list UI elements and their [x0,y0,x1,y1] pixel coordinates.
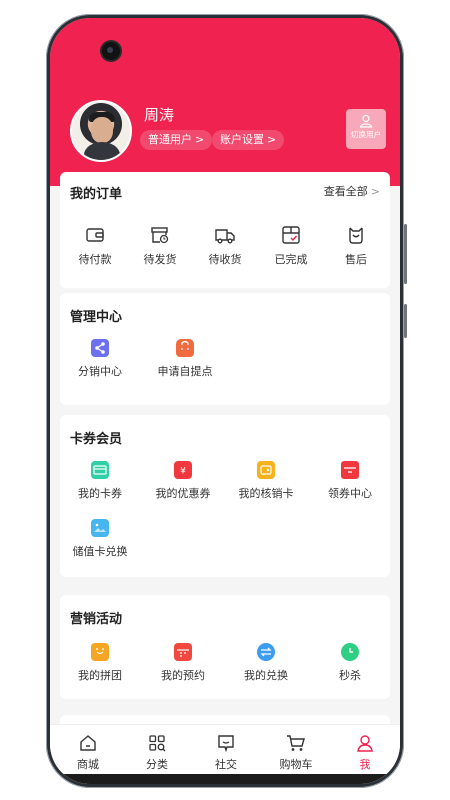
avatar[interactable] [70,100,132,162]
package-check-icon [282,226,300,244]
chevron-right-icon: > [195,133,205,146]
order-item-label: 待发货 [143,253,177,266]
screen: 周涛 普通用户 > 账户设置 > 切换用户 我的订单 查看全部 > 待付款 待发… [50,18,400,784]
my-exchange-button[interactable]: 我的兑换 [231,643,301,683]
view-all-label: 查看全部 [323,185,368,198]
exchange-icon [257,643,275,661]
order-item-label: 已完成 [274,253,308,266]
order-pending-shipment[interactable]: 待发货 [125,225,195,267]
order-item-label: 待收货 [208,253,242,266]
orders-card: 我的订单 查看全部 > 待付款 待发货 待收货 已完成 售后 [60,172,390,288]
account-settings-button[interactable]: 账户设置 > [212,130,285,150]
volume-button [404,224,407,284]
switch-user-label: 切换用户 [350,130,382,139]
share-icon [91,339,109,357]
bottom-tab-bar: 商城 分类 社交 购物车 我 [50,724,400,784]
marketing-item-label: 我的兑换 [244,669,288,682]
coupons-card: 卡券会员 我的卡券 ¥ 我的优惠券 我的核销卡 领券中心 储值卡兑换 [60,415,390,577]
verify-card-icon [257,461,275,479]
order-item-label: 待付款 [78,253,112,266]
coupon-center-button[interactable]: 领券中心 [315,461,385,501]
switch-user-button[interactable]: 切换用户 [346,109,386,149]
marketing-title: 营销活动 [70,612,123,627]
coupons-item-label: 储值卡兑换 [72,545,128,558]
view-all-orders-link[interactable]: 查看全部 > [324,183,380,199]
card-icon [91,461,109,479]
management-card: 管理中心 分销中心 申请自提点 [60,293,390,405]
my-reservations-button[interactable]: 我的预约 [148,643,218,683]
wallet-icon [86,228,104,242]
account-settings-label: 账户设置 [220,133,264,146]
user-icon [357,735,373,752]
marketing-item-label: 秒杀 [339,669,361,682]
coupons-title: 卡券会员 [70,432,123,447]
user-icon [359,114,373,128]
marketing-card: 营销活动 我的拼团 我的预约 我的兑换 秒杀 [60,595,390,699]
coupons-item-label: 我的核销卡 [238,487,294,500]
coupon-icon: ¥ [174,461,192,479]
my-group-buy-button[interactable]: 我的拼团 [65,643,135,683]
truck-icon [215,229,235,244]
user-level-button[interactable]: 普通用户 > [140,130,213,150]
distribution-center-button[interactable]: 分销中心 [65,339,135,379]
home-indicator [50,774,400,784]
tab-me[interactable]: 我 [330,733,400,772]
user-name: 周涛 [144,106,175,124]
stored-card-icon [91,519,109,537]
management-title: 管理中心 [70,310,123,325]
stored-value-exchange-button[interactable]: 储值卡兑换 [65,519,135,559]
marketing-item-label: 我的预约 [161,669,205,682]
coupons-item-label: 领券中心 [328,487,372,500]
my-cards-button[interactable]: 我的卡券 [65,461,135,501]
chevron-right-icon: > [267,133,277,146]
order-after-sales[interactable]: 售后 [321,225,391,267]
box-clock-icon [151,227,169,244]
after-sales-icon [349,227,363,244]
order-pending-payment[interactable]: 待付款 [60,225,130,267]
user-level-label: 普通用户 [148,133,192,146]
chat-icon [218,735,234,753]
coupons-item-label: 我的卡券 [78,487,122,500]
order-item-label: 售后 [345,253,367,266]
marketing-item-label: 我的拼团 [78,669,122,682]
tab-label: 商城 [77,758,99,771]
order-pending-receipt[interactable]: 待收货 [190,225,260,267]
tab-label: 分类 [146,758,168,771]
apply-pickup-point-button[interactable]: 申请自提点 [150,339,220,379]
tab-label: 社交 [215,758,237,771]
flash-sale-button[interactable]: 秒杀 [315,643,385,683]
tab-cart[interactable]: 购物车 [261,733,331,772]
front-camera [102,42,120,60]
calendar-icon [174,643,192,661]
tab-label: 购物车 [279,758,313,771]
home-icon [80,735,96,751]
tab-category[interactable]: 分类 [122,733,192,772]
clock-icon [341,643,359,661]
coupons-item-label: 我的优惠券 [155,487,211,500]
management-item-label: 申请自提点 [157,365,213,378]
my-coupons-button[interactable]: ¥ 我的优惠券 [148,461,218,501]
group-buy-icon [91,643,109,661]
cart-icon [287,735,305,751]
order-completed[interactable]: 已完成 [256,225,326,267]
tab-social[interactable]: 社交 [191,733,261,772]
management-item-label: 分销中心 [78,365,122,378]
tab-label: 我 [359,758,371,771]
power-button [404,304,407,338]
chevron-right-icon: > [370,185,380,198]
category-icon [149,735,166,752]
svg-text:¥: ¥ [180,467,186,477]
coupon-center-icon [341,461,359,479]
bag-icon [176,339,194,357]
orders-title: 我的订单 [70,187,123,202]
tab-mall[interactable]: 商城 [53,733,123,772]
phone-frame: 周涛 普通用户 > 账户设置 > 切换用户 我的订单 查看全部 > 待付款 待发… [46,14,407,788]
my-verify-cards-button[interactable]: 我的核销卡 [231,461,301,501]
